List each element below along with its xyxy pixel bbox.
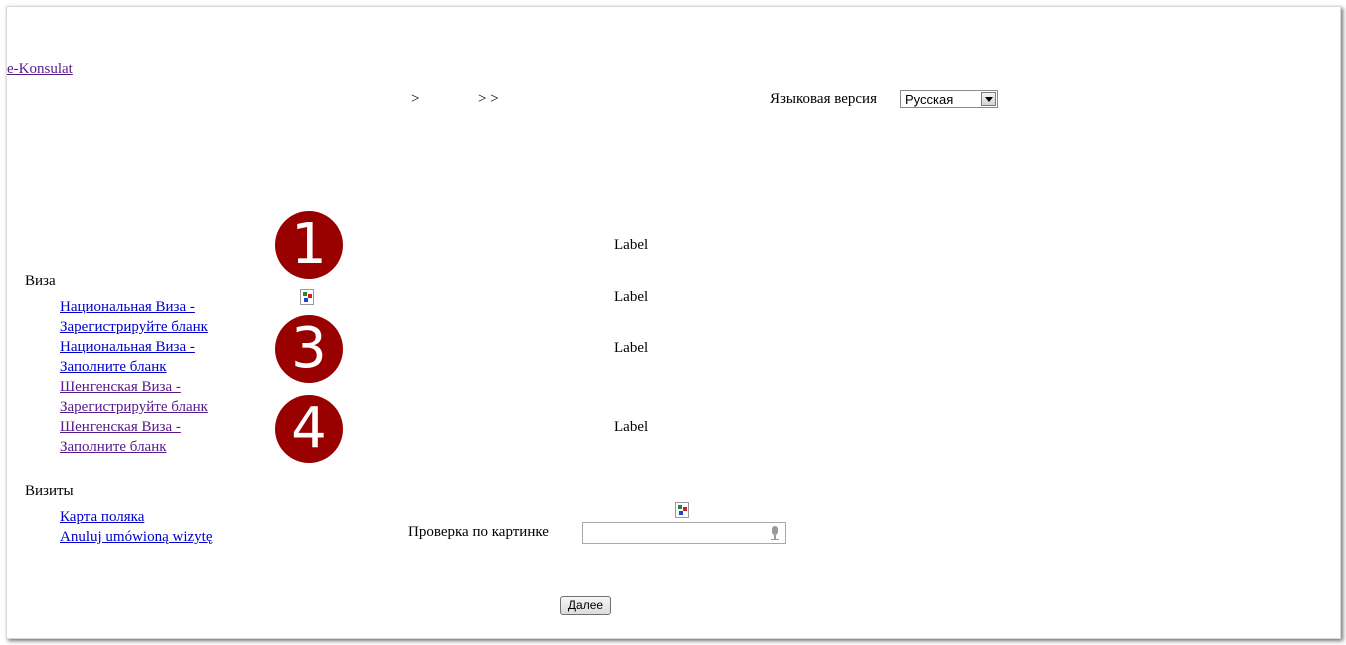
breadcrumb-separator: > >	[478, 91, 499, 107]
captcha-image-icon	[675, 502, 689, 518]
visits-heading: Визиты	[25, 483, 74, 499]
microphone-icon[interactable]	[771, 526, 779, 540]
breadcrumb-separator: >	[411, 91, 420, 107]
national-visa-register-link-line2[interactable]: Зарегистрируйте бланк	[60, 317, 208, 337]
captcha-input[interactable]	[582, 522, 786, 544]
cancel-appointment-link[interactable]: Anuluj umówioną wizytę	[60, 527, 212, 547]
schengen-visa-register-link-line2[interactable]: Зарегистрируйте бланк	[60, 397, 208, 417]
status-label: Label	[614, 289, 649, 305]
status-label: Label	[614, 419, 649, 435]
language-select[interactable]: Русская	[900, 90, 998, 108]
language-label: Языковая версия	[770, 91, 877, 107]
status-label: Label	[614, 340, 649, 356]
national-visa-fill-link-line2[interactable]: Заполните бланк	[60, 357, 167, 377]
schengen-visa-fill-link-line1[interactable]: Шенгенская Виза -	[60, 417, 181, 437]
captcha-label: Проверка по картинке	[408, 524, 549, 540]
schengen-visa-fill-link-line2[interactable]: Заполните бланк	[60, 437, 167, 457]
karta-polaka-link[interactable]: Карта поляка	[60, 507, 144, 527]
step-3-indicator: 3	[275, 315, 343, 383]
brand-link[interactable]: e-Konsulat	[7, 61, 73, 78]
chevron-down-icon[interactable]	[981, 92, 996, 106]
step-4-indicator: 4	[275, 395, 343, 463]
broken-image-icon	[300, 289, 314, 305]
next-button[interactable]: Далее	[560, 596, 611, 615]
step-1-indicator: 1	[275, 211, 343, 279]
status-label: Label	[614, 237, 649, 253]
schengen-visa-register-link-line1[interactable]: Шенгенская Виза -	[60, 377, 181, 397]
language-select-value: Русская	[905, 92, 954, 107]
national-visa-fill-link-line1[interactable]: Национальная Виза -	[60, 337, 195, 357]
national-visa-register-link-line1[interactable]: Национальная Виза -	[60, 297, 195, 317]
visa-heading: Виза	[25, 273, 56, 289]
